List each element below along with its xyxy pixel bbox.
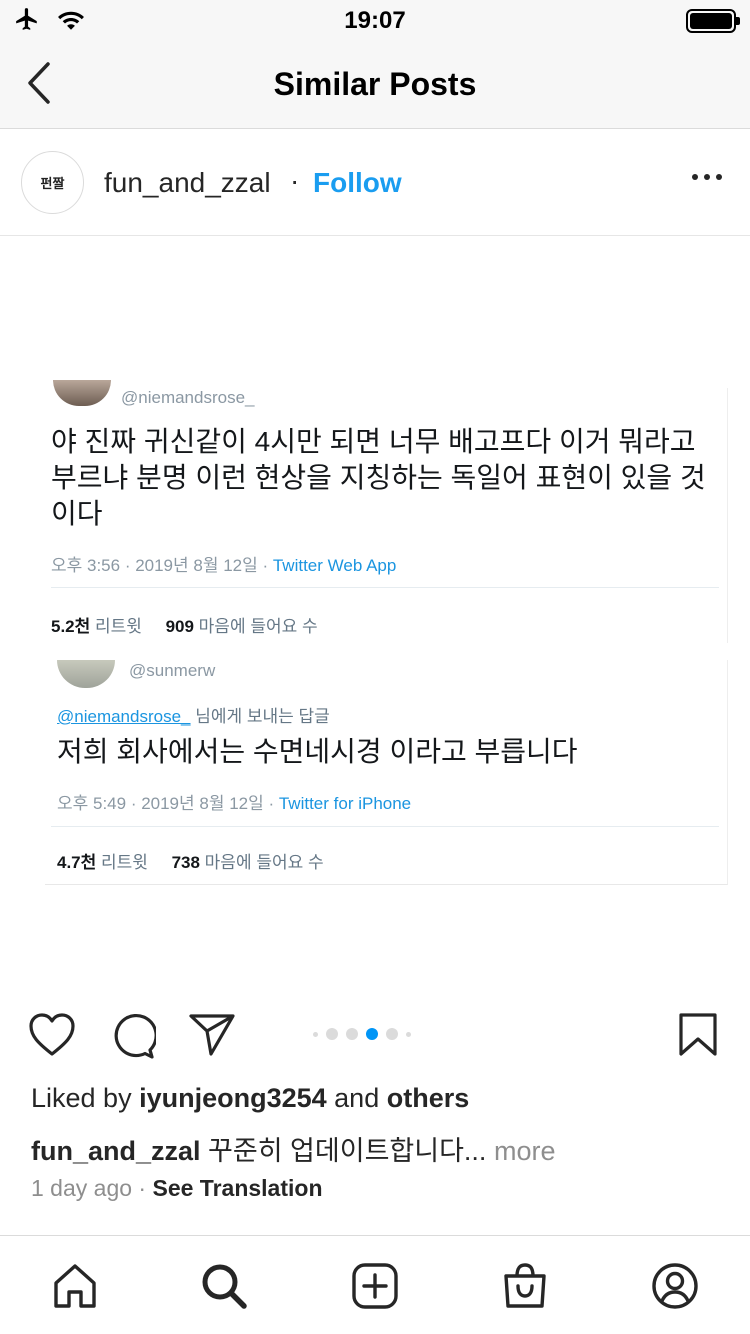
nav-header: Similar Posts bbox=[0, 40, 750, 129]
paper-plane-icon bbox=[189, 1014, 235, 1056]
status-bar: 19:07 bbox=[0, 0, 750, 40]
caption-text: 꾸준히 업데이트합니다... bbox=[200, 1136, 487, 1166]
save-button[interactable] bbox=[678, 1012, 718, 1063]
divider bbox=[51, 587, 719, 588]
search-icon bbox=[202, 1264, 247, 1309]
post-image[interactable]: @niemandsrose_ 야 진짜 귀신같이 4시만 되면 너무 배고프다 … bbox=[0, 236, 750, 996]
bookmark-icon bbox=[679, 1013, 717, 1056]
share-button[interactable] bbox=[188, 1012, 236, 1063]
retweet-count: 5.2천 bbox=[51, 617, 91, 636]
post-time-line: 1 day ago · See Translation bbox=[31, 1175, 323, 1202]
reply-suffix: 님에게 보내는 답글 bbox=[190, 707, 330, 726]
comment-icon bbox=[114, 1013, 158, 1059]
tab-search[interactable] bbox=[200, 1262, 248, 1310]
see-translation-link[interactable]: See Translation bbox=[152, 1175, 322, 1201]
post-time: 1 day ago bbox=[31, 1175, 133, 1201]
tweet-reply-to: @niemandsrose_ 님에게 보내는 답글 bbox=[57, 702, 330, 727]
carousel-dot bbox=[386, 1028, 398, 1040]
tweet-card: @niemandsrose_ 야 진짜 귀신같이 4시만 되면 너무 배고프다 … bbox=[45, 380, 728, 643]
bottom-tab-bar bbox=[0, 1235, 750, 1334]
liked-by-prefix: Liked by bbox=[31, 1083, 140, 1113]
follow-button[interactable]: Follow bbox=[313, 167, 402, 199]
shopping-bag-icon bbox=[504, 1263, 546, 1308]
retweet-count: 4.7천 bbox=[57, 853, 97, 872]
tweet-stats: 5.2천 리트윗 909 마음에 들어요 수 bbox=[51, 612, 318, 637]
tweet-avatar bbox=[53, 380, 111, 406]
more-horizontal-icon bbox=[692, 174, 698, 180]
tab-shop[interactable] bbox=[501, 1262, 549, 1310]
battery-icon bbox=[686, 9, 740, 33]
tweet-app: Twitter Web App bbox=[272, 556, 397, 575]
carousel-dot bbox=[313, 1031, 318, 1037]
caption-more-link[interactable]: more bbox=[486, 1136, 556, 1166]
tweet-app: Twitter for iPhone bbox=[278, 794, 412, 813]
liked-by-and: and bbox=[326, 1083, 387, 1113]
reply-mention: @niemandsrose_ bbox=[57, 707, 191, 726]
plus-square-icon bbox=[352, 1263, 398, 1309]
tweet-timestamp: 오후 5:49 · 2019년 8월 12일 · bbox=[57, 794, 279, 813]
avatar[interactable]: 펀짤 bbox=[21, 151, 84, 214]
tweet-card: @sunmerw @niemandsrose_ 님에게 보내는 답글 저희 회사… bbox=[45, 660, 728, 885]
tab-create[interactable] bbox=[351, 1262, 399, 1310]
divider bbox=[51, 826, 719, 827]
home-icon bbox=[54, 1264, 96, 1308]
liked-by-user[interactable]: iyunjeong3254 bbox=[139, 1083, 327, 1113]
tweet-handle: @niemandsrose_ bbox=[121, 388, 255, 407]
liked-by: Liked by iyunjeong3254 and others bbox=[31, 1083, 469, 1114]
separator-dot: · bbox=[290, 165, 300, 196]
retweet-label: 리트윗 bbox=[101, 853, 148, 872]
comment-button[interactable] bbox=[108, 1012, 158, 1065]
post-header: 펀짤 fun_and_zzal · Follow bbox=[0, 129, 750, 236]
page-title: Similar Posts bbox=[273, 66, 477, 102]
post-actions bbox=[0, 996, 750, 1074]
profile-icon bbox=[652, 1263, 698, 1309]
tweet-meta: 오후 3:56 · 2019년 8월 12일 · Twitter Web App bbox=[51, 551, 396, 576]
more-options-button[interactable] bbox=[692, 174, 722, 180]
tweet-timestamp: 오후 3:56 · 2019년 8월 12일 · bbox=[51, 556, 273, 575]
post-username[interactable]: fun_and_zzal bbox=[104, 167, 271, 199]
tweet-body: 저희 회사에서는 수면네시경 이라고 부릅니다 bbox=[57, 736, 578, 767]
caption-author[interactable]: fun_and_zzal bbox=[31, 1136, 201, 1166]
like-button[interactable] bbox=[28, 1012, 76, 1063]
liked-by-others[interactable]: others bbox=[387, 1083, 470, 1113]
carousel-dot bbox=[326, 1028, 338, 1040]
like-count: 909 bbox=[165, 617, 194, 636]
post-caption: fun_and_zzal 꾸준히 업데이트합니다... more bbox=[31, 1129, 555, 1168]
carousel-dot-active bbox=[366, 1028, 378, 1040]
heart-icon bbox=[29, 1013, 75, 1056]
retweet-label: 리트윗 bbox=[95, 617, 142, 636]
like-label: 마음에 들어요 수 bbox=[198, 617, 318, 636]
carousel-indicator bbox=[313, 1028, 411, 1040]
like-count: 738 bbox=[171, 853, 200, 872]
tweet-meta: 오후 5:49 · 2019년 8월 12일 · Twitter for iPh… bbox=[57, 789, 411, 814]
time-separator: · bbox=[132, 1175, 153, 1201]
tweet-body: 야 진짜 귀신같이 4시만 되면 너무 배고프다 이거 뭐라고 부르냐 분명 이… bbox=[51, 426, 706, 529]
carousel-dot bbox=[406, 1031, 411, 1037]
tweet-stats: 4.7천 리트윗 738 마음에 들어요 수 bbox=[57, 848, 324, 873]
like-label: 마음에 들어요 수 bbox=[204, 853, 324, 872]
tweet-handle: @sunmerw bbox=[129, 661, 216, 680]
tab-profile[interactable] bbox=[651, 1262, 699, 1310]
status-time: 19:07 bbox=[344, 7, 406, 34]
tab-home[interactable] bbox=[51, 1262, 99, 1310]
carousel-dot bbox=[346, 1028, 358, 1040]
tweet-avatar bbox=[57, 660, 115, 688]
